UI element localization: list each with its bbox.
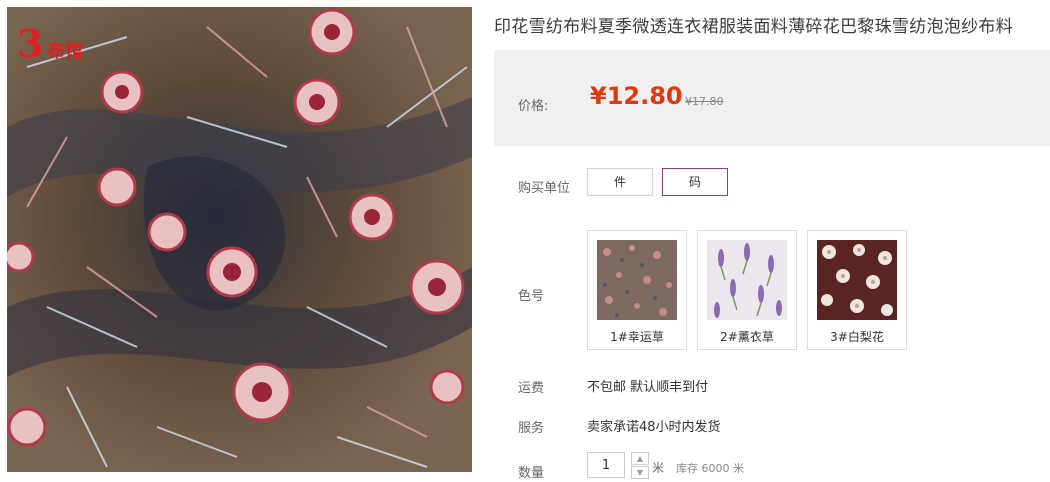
swatch-caption-2: 2#薰衣草 — [720, 330, 774, 344]
swatch-pattern-2 — [707, 240, 787, 320]
current-price: ¥12.80 — [590, 82, 683, 110]
service-label: 服务 — [518, 421, 545, 436]
swatch-thumb-2 — [707, 240, 787, 320]
service-value: 卖家承诺48小时内发货 — [587, 420, 721, 435]
unit-label: 购买单位 — [518, 181, 571, 196]
original-price: ¥17.80 — [685, 95, 724, 108]
quantity-unit: 米 — [652, 461, 665, 475]
quantity-input[interactable]: 1 — [587, 452, 625, 478]
price-panel: 价格: ¥12.80 ¥17.80 — [494, 50, 1050, 146]
unit-option-piece[interactable]: 件 — [587, 168, 653, 196]
color-label: 色号 — [518, 289, 545, 304]
chevron-down-icon: ▼ — [636, 468, 644, 477]
quantity-label: 数量 — [518, 466, 545, 481]
shop-logo: 3 布馆 — [17, 21, 97, 71]
stock-info: 库存 6000 米 — [676, 462, 744, 475]
swatch-caption-3: 3#白梨花 — [830, 330, 884, 344]
product-title: 印花雪纺布料夏季微透连衣裙服装面料薄碎花巴黎珠雪纺泡泡纱布料 — [494, 17, 1013, 37]
product-main-image[interactable]: 3 布馆 — [7, 7, 472, 472]
quantity-decrease-button[interactable]: ▼ — [631, 466, 649, 479]
price-label: 价格: — [518, 99, 549, 114]
chevron-up-icon: ▲ — [636, 454, 644, 463]
swatch-pattern-3 — [817, 240, 897, 320]
unit-option-yard[interactable]: 码 — [662, 168, 728, 196]
color-swatch-2[interactable]: 2#薰衣草 — [697, 230, 797, 350]
swatch-caption-1: 1#幸运草 — [610, 330, 664, 344]
fabric-pattern-image — [7, 7, 472, 472]
swatch-thumb-3 — [817, 240, 897, 320]
swatch-pattern-1 — [597, 240, 677, 320]
shipping-value: 不包邮 默认顺丰到付 — [587, 380, 709, 395]
color-swatch-1[interactable]: 1#幸运草 — [587, 230, 687, 350]
swatch-thumb-1 — [597, 240, 677, 320]
shop-logo-text: 3 — [17, 21, 44, 66]
shop-logo-sub: 布馆 — [47, 41, 83, 62]
shipping-label: 运费 — [518, 381, 545, 396]
quantity-increase-button[interactable]: ▲ — [631, 452, 649, 465]
color-swatch-3[interactable]: 3#白梨花 — [807, 230, 907, 350]
